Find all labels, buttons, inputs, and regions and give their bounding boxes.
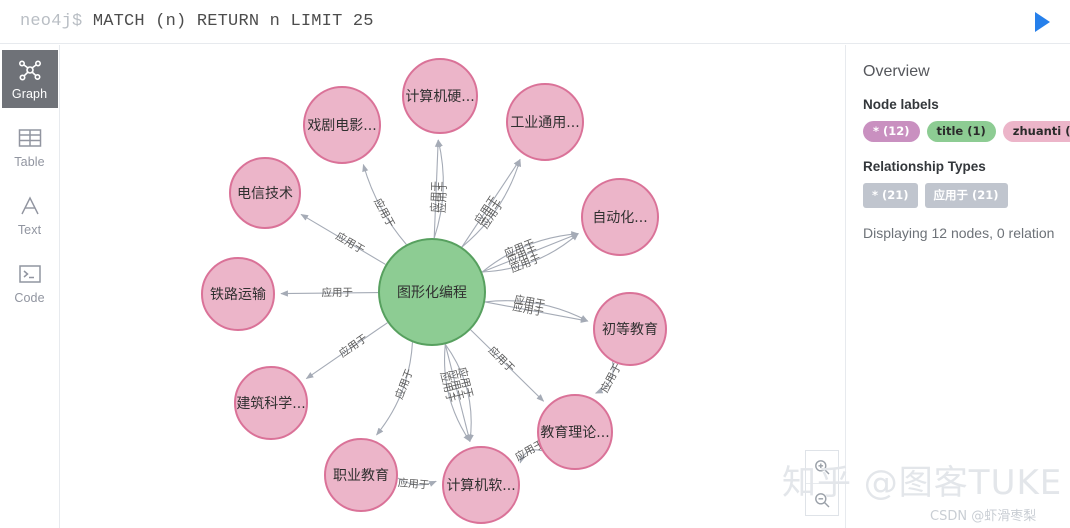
overview-title: Overview (863, 63, 930, 80)
graph-relationship[interactable] (433, 139, 444, 239)
graph-relationship[interactable] (461, 158, 521, 248)
sidebar-item-graph[interactable]: Graph (1, 50, 58, 108)
overview-panel: Overview Node labels * (12) title (1) zhua… (845, 45, 1070, 528)
graph-node[interactable]: 建筑科学... (234, 366, 308, 440)
graph-node[interactable]: 职业教育 (324, 438, 398, 512)
graph-icon (18, 57, 42, 83)
run-query-button[interactable] (1028, 8, 1056, 36)
graph-node-circle[interactable] (442, 446, 520, 524)
graph-relationship[interactable] (305, 322, 388, 380)
graph-node-circle[interactable] (201, 257, 275, 331)
graph-relationship[interactable] (444, 344, 472, 443)
graph-node-circle[interactable] (506, 83, 584, 161)
node-label-badge-2[interactable]: zhuanti (11) (1002, 121, 1070, 142)
nodes-layer: 图形化编程 计算机硬... 戏剧电影... 工业通用... 电信技术 自动化... 铁路运输… (201, 58, 667, 524)
table-icon (18, 125, 42, 151)
graph-node[interactable]: 工业通用... (506, 83, 584, 161)
graph-node[interactable]: 自动化... (581, 178, 659, 256)
query-prompt: neo4j$ (20, 12, 83, 31)
graph-node-circle[interactable] (593, 292, 667, 366)
query-text[interactable]: neo4j$ MATCH (n) RETURN n LIMIT 25 (0, 12, 374, 31)
node-labels-heading: Node labels (863, 97, 939, 112)
graph-node[interactable]: 初等教育 (593, 292, 667, 366)
sidebar-item-text[interactable]: Text (2, 186, 58, 244)
graph-node-circle[interactable] (303, 86, 381, 164)
zoom-controls (805, 450, 839, 516)
relationship-types-list: * (21) 应用于 (21) (863, 183, 1070, 208)
graph-relationship[interactable] (433, 139, 442, 239)
graph-canvas[interactable]: 应用于 应用于 应用于 应用于 应用于 应用于 应用于 应用于 应用于 应用于 应用于 应用于 应用于应… (60, 45, 845, 528)
relationship-types-heading: Relationship Types (863, 159, 986, 174)
graph-node[interactable]: 电信技术 (229, 157, 301, 229)
zoom-in-button[interactable] (806, 451, 838, 483)
sidebar-item-table-label: Table (14, 155, 45, 169)
sidebar-item-graph-label: Graph (11, 87, 48, 101)
text-icon (18, 193, 42, 219)
graph-node[interactable]: 戏剧电影... (303, 86, 381, 164)
graph-node-circle[interactable] (229, 157, 301, 229)
graph-relationship[interactable] (470, 329, 545, 402)
sidebar-item-code[interactable]: Code (2, 254, 58, 312)
graph-node[interactable]: 教育理论... (537, 394, 613, 470)
relationship-type-badge-1[interactable]: 应用于 (21) (924, 183, 1008, 208)
graph-relationship[interactable] (519, 449, 543, 464)
query-bar: neo4j$ MATCH (n) RETURN n LIMIT 25 (0, 0, 1070, 44)
zoom-out-icon (815, 492, 830, 507)
zoom-out-button[interactable] (806, 483, 838, 515)
graph-node-circle[interactable] (537, 394, 613, 470)
graph-node[interactable]: 计算机软... (442, 446, 520, 524)
sidebar-item-code-label: Code (14, 291, 45, 305)
graph-node[interactable]: 图形化编程 (378, 238, 486, 346)
node-label-badge-0[interactable]: * (12) (863, 121, 920, 142)
graph-node[interactable]: 铁路运输 (201, 257, 275, 331)
play-icon (1035, 12, 1050, 32)
graph-relationship[interactable] (481, 233, 579, 273)
graph-relationship[interactable] (397, 477, 437, 487)
view-mode-rail: Graph Table Text Code (0, 45, 60, 528)
graph-relationship[interactable] (300, 213, 386, 265)
relationship-type-badge-0[interactable]: * (21) (863, 183, 918, 208)
query-statement: MATCH (n) RETURN n LIMIT 25 (92, 12, 374, 31)
graph-node-circle[interactable] (378, 238, 486, 346)
node-label-badge-1[interactable]: title (1) (926, 121, 996, 142)
graph-relationship[interactable] (362, 163, 407, 245)
graph-node-circle[interactable] (581, 178, 659, 256)
graph-node-circle[interactable] (324, 438, 398, 512)
result-status-text: Displaying 12 nodes, 0 relation (863, 225, 1055, 241)
graph-node[interactable]: 计算机硬... (402, 58, 478, 134)
graph-relationship[interactable] (595, 361, 614, 394)
graph-relationship[interactable] (280, 290, 379, 297)
graph-node-circle[interactable] (402, 58, 478, 134)
sidebar-item-text-label: Text (17, 223, 42, 237)
zoom-in-icon (815, 460, 830, 475)
neo4j-browser-result: neo4j$ MATCH (n) RETURN n LIMIT 25 Graph… (0, 0, 1070, 528)
node-labels-list: * (12) title (1) zhuanti (11) (863, 121, 1070, 142)
graph-svg: 应用于应用于应用于 应用于应用于应用于 应用于应用于应用于应用于应用于应用于应用于应… (201, 58, 667, 524)
graph-relationship[interactable] (376, 342, 414, 436)
code-icon (18, 261, 42, 287)
sidebar-item-table[interactable]: Table (2, 118, 58, 176)
graph-relationship[interactable] (484, 301, 589, 323)
graph-node-circle[interactable] (234, 366, 308, 440)
